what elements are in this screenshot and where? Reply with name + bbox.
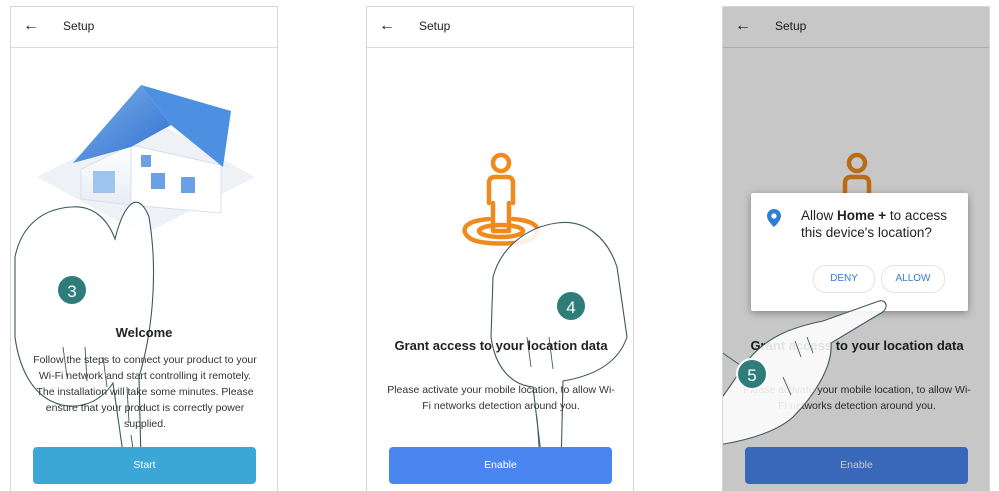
page-title: Setup xyxy=(419,19,451,33)
app-bar: ← Setup xyxy=(367,7,633,48)
location-person-icon xyxy=(462,152,540,246)
permission-message: Allow Home + to access this device's loc… xyxy=(801,207,961,241)
back-arrow-icon[interactable]: ← xyxy=(379,17,395,35)
grant-access-heading: Grant access to your location data xyxy=(394,338,608,353)
step-badge: 4 xyxy=(555,290,587,322)
welcome-description: Follow the steps to connect your product… xyxy=(33,354,257,430)
app-name: Home + xyxy=(837,208,887,223)
back-arrow-icon[interactable]: ← xyxy=(23,17,39,35)
phone-screen-permission-dialog: ← Setup Grant access to your location da… xyxy=(722,6,990,491)
grant-access-description: Please activate your mobile location, to… xyxy=(387,384,615,412)
enable-button[interactable]: Enable xyxy=(389,447,612,484)
start-button[interactable]: Start xyxy=(33,447,256,484)
permission-prefix: Allow xyxy=(801,208,838,223)
house-illustration xyxy=(37,85,255,235)
step-badge: 5 xyxy=(736,358,768,390)
location-permission-dialog: Allow Home + to access this device's loc… xyxy=(751,193,968,311)
step-badge: 3 xyxy=(56,274,88,306)
phone-screen-grant-access: ← Setup 4 Grant access to your location … xyxy=(366,6,634,491)
welcome-heading: Welcome xyxy=(115,325,173,340)
deny-button[interactable]: DENY xyxy=(813,265,875,293)
location-pin-icon xyxy=(767,209,781,227)
phone-screen-welcome: ← Setup 3 Welcome Follow the steps to co… xyxy=(10,6,278,491)
app-bar: ← Setup xyxy=(11,7,277,48)
allow-button[interactable]: ALLOW xyxy=(881,265,945,293)
page-title: Setup xyxy=(63,19,95,33)
